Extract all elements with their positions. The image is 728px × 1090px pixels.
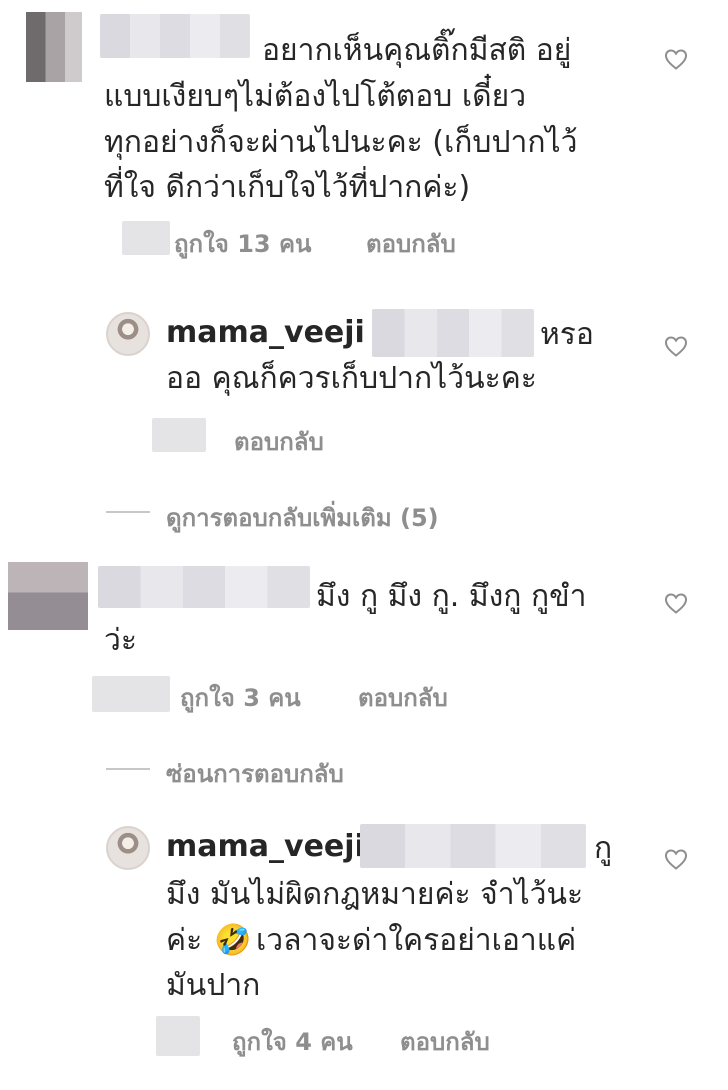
reply-button[interactable]: ตอบกลับ [234,422,324,461]
avatar[interactable] [106,312,150,356]
reply-button[interactable]: ตอบกลับ [366,224,456,263]
reply-button[interactable]: ตอบกลับ [400,1022,490,1061]
divider-line [106,768,150,770]
comment-text-line: ออ คุณก็ควรเก็บปากไว้นะคะ [166,361,537,396]
divider-line [106,511,150,513]
timestamp-redacted [152,418,206,452]
comment-text-line: เวลาจะด่าใครอย่าเอาแค่ [256,923,577,958]
timestamp-redacted [156,1016,200,1056]
comment-text-line: หรอ [540,317,594,352]
comment-text-line: แบบเงียบๆไม่ต้องไปโต้ตอบ เดี๋ยว [104,79,527,114]
comment-text-line: มันปาก [166,968,261,1003]
avatar[interactable] [26,12,82,82]
rofl-emoji-icon: 🤣 [214,923,252,958]
timestamp-redacted [122,221,170,255]
like-count[interactable]: ถูกใจ 4 คน [232,1022,353,1061]
comment-text-line: ว่ะ [104,623,137,658]
username-redacted[interactable] [100,14,250,58]
mention-redacted[interactable] [360,824,586,868]
view-more-replies-label[interactable]: ดูการตอบกลับเพิ่มเติม (5) [166,498,439,537]
mention-redacted[interactable] [372,309,534,357]
heart-outline-icon[interactable] [664,48,688,70]
avatar[interactable] [106,826,150,870]
comment-text-line: มึง มันไม่ผิดกฎหมายค่ะ จำไว้นะ [166,877,584,912]
comment-text-line: มึง กู มึง กู. มึงกู กูขำ [316,579,587,614]
comment-text-line: กู [594,831,613,866]
comment-text-line: ที่ใจ ดีกว่าเก็บใจไว้ที่ปากค่ะ) [104,170,471,205]
comment-text-line: ค่ะ [166,923,203,958]
hide-replies-label[interactable]: ซ่อนการตอบกลับ [166,754,344,793]
comment-text-line: ทุกอย่างก็จะผ่านไปนะคะ (เก็บปากไว้ [104,125,578,160]
username[interactable]: mama_veeji [166,829,365,864]
avatar[interactable] [8,562,88,630]
heart-outline-icon[interactable] [664,848,688,870]
reply-button[interactable]: ตอบกลับ [358,678,448,717]
like-count[interactable]: ถูกใจ 3 คน [180,678,301,717]
heart-outline-icon[interactable] [664,335,688,357]
username[interactable]: mama_veeji [166,315,365,350]
like-count[interactable]: ถูกใจ 13 คน [174,224,311,263]
timestamp-redacted [92,676,170,712]
username-redacted[interactable] [98,566,310,608]
comment-text-line: อยากเห็นคุณติ๊กมีสติ อยู่ [262,33,572,68]
heart-outline-icon[interactable] [664,592,688,614]
